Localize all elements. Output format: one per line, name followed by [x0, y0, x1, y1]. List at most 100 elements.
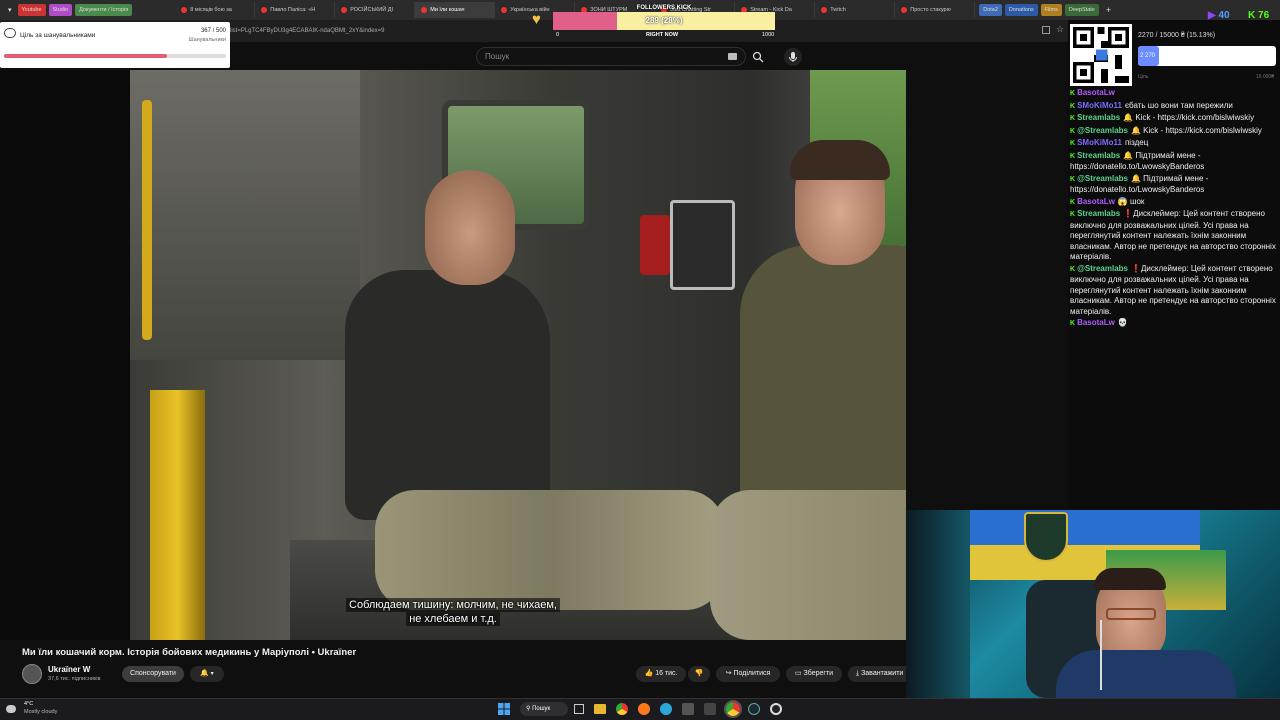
tab-label: РОСІЙСЬКИЙ ДІ — [350, 7, 393, 13]
subscribe-bell-button[interactable]: 🔔 ▾ — [190, 666, 224, 682]
goal-sublabel: Шанувальники — [188, 37, 226, 43]
cloud-icon — [4, 28, 16, 38]
kick-platform-icon: K — [1070, 198, 1076, 206]
task-view-icon[interactable] — [574, 704, 584, 714]
app-icon-1[interactable] — [682, 703, 694, 715]
taskbar-search-icon: ⚲ — [526, 706, 531, 712]
tab-9[interactable]: Просто стакурю — [895, 2, 976, 18]
keyboard-icon[interactable] — [728, 53, 737, 60]
weather-text: Mostly cloudy — [24, 709, 58, 715]
new-tab-button[interactable]: + — [1106, 5, 1111, 15]
donation-current: 2 270 — [1140, 53, 1156, 59]
bookmark-right-2[interactable]: Films — [1040, 4, 1062, 16]
search-icon[interactable] — [752, 51, 766, 63]
chrome-active-icon[interactable] — [724, 700, 742, 718]
tab-8[interactable]: Twitch — [815, 2, 896, 18]
star-icon[interactable]: ☆ — [1056, 24, 1064, 35]
chat-username[interactable]: @Streamlabs — [1077, 264, 1128, 273]
chat-text: 😱 шок — [1117, 196, 1145, 206]
tab-3[interactable]: Ми їли кошач — [415, 2, 496, 18]
tab-label: Ми їли кошач — [430, 7, 465, 13]
edge-icon[interactable] — [660, 703, 672, 715]
obs-icon[interactable] — [770, 703, 782, 715]
chat-username[interactable]: @Streamlabs — [1077, 126, 1128, 135]
channel-name[interactable]: Ukraїner W — [48, 665, 90, 674]
medic-left-head — [425, 170, 515, 285]
save-button[interactable]: ▭ Зберегти — [786, 666, 842, 682]
goal-count: 367 / 500 — [200, 28, 226, 34]
chat-message: K SMoKiMo11 єбать шо вони там пережили — [1070, 101, 1278, 113]
bookmark-2[interactable]: Документи / Історія — [75, 4, 133, 16]
share-button[interactable]: ↪ Поділитися — [716, 666, 780, 682]
chat-message: K @Streamlabs 🔔 Kick - https://kick.com/bi… — [1070, 126, 1278, 138]
bookmark-right-0[interactable]: Dota2 — [979, 4, 1002, 16]
chat-message: K Streamlabs ❗Дисклеймер: Цей контент ство… — [1070, 209, 1278, 263]
firefox-icon[interactable] — [638, 703, 650, 715]
followers-max: 1000 — [762, 32, 775, 38]
tab-favicon-icon — [341, 7, 348, 13]
steam-icon[interactable] — [748, 703, 760, 715]
download-button[interactable]: ⤓ Завантажити — [848, 666, 906, 682]
streamer-hair — [1094, 568, 1166, 590]
dislike-button[interactable]: 👎 — [688, 666, 710, 682]
chat-username[interactable]: Streamlabs — [1077, 113, 1120, 122]
medic-left-body — [345, 270, 550, 520]
kick-platform-icon: K — [1070, 115, 1076, 122]
like-count: 16 тис. — [655, 670, 678, 677]
bookmark-right-1[interactable]: Donations — [1004, 4, 1038, 16]
weather-icon — [6, 705, 16, 713]
video-player[interactable]: Соблюдаем тишину: молчим, не чихаем, не … — [0, 70, 906, 640]
windows-start-icon[interactable] — [498, 703, 510, 715]
taskbar-search[interactable]: ⚲ Пошук — [520, 702, 568, 716]
followers-title: FOLLOWERS KICK — [636, 5, 692, 11]
followers-value: 289 (28%) — [645, 16, 683, 25]
os-taskbar: 4°C Mostly cloudy ⚲ Пошук — [0, 698, 1280, 720]
emblem-shield — [1024, 512, 1068, 562]
counter-viewers: ▶ 40 — [1208, 10, 1230, 21]
medic-left-legs — [375, 490, 725, 610]
chat-username[interactable]: SMoKiMo11 — [1077, 138, 1122, 147]
like-button[interactable]: 👍 16 тис. — [636, 666, 686, 682]
channel-avatar[interactable] — [22, 664, 42, 684]
kick-icon: K — [1248, 10, 1256, 21]
viewer-count: 40 — [1218, 10, 1230, 21]
app-icon-2[interactable] — [704, 703, 716, 715]
mic-icon[interactable] — [784, 48, 802, 66]
tab-1[interactable]: Павло Паліса: «Н — [255, 2, 336, 18]
tab-2[interactable]: РОСІЙСЬКИЙ ДІ — [335, 2, 416, 18]
donation-qr-code[interactable] — [1070, 24, 1132, 86]
bookmark-0[interactable]: Youtube — [17, 4, 46, 16]
tab-label: Просто стакурю — [910, 7, 951, 13]
streamer-glasses — [1106, 608, 1156, 620]
file-explorer-icon[interactable] — [594, 704, 606, 714]
tab-0[interactable]: 8 місяців бою за — [175, 2, 256, 18]
medical-monitor — [670, 200, 735, 290]
weather-temp: 4°C — [24, 701, 34, 707]
tab-favicon-icon — [501, 7, 508, 13]
followers-min: 0 — [556, 32, 560, 38]
chat-username[interactable]: Streamlabs — [1077, 151, 1120, 160]
chat-username[interactable]: @Streamlabs — [1077, 174, 1128, 183]
chat-username[interactable]: BasotaLw — [1077, 88, 1115, 97]
tab-favicon-icon — [421, 7, 428, 13]
tab-favicon-icon — [181, 7, 188, 13]
save-label: Зберегти — [803, 670, 834, 677]
extensions-icon[interactable] — [1042, 26, 1050, 34]
chat-username[interactable]: BasotaLw — [1077, 318, 1115, 327]
bookmark-right-3[interactable]: DeepState — [1064, 4, 1099, 16]
chat-username[interactable]: BasotaLw — [1077, 197, 1115, 206]
bookmark-1[interactable]: Studio — [48, 4, 73, 16]
chrome-icon[interactable] — [616, 703, 628, 715]
chat-username[interactable]: Streamlabs — [1077, 209, 1120, 218]
yellow-rail — [142, 100, 152, 340]
goal-progress-fill — [4, 54, 167, 58]
bell-icon: 🔔 — [200, 670, 210, 677]
medic-right-hair — [790, 140, 890, 180]
download-icon: ⤓ — [856, 670, 860, 677]
sponsor-button[interactable]: Спонсорувати — [122, 666, 184, 682]
chat-username[interactable]: SMoKiMo11 — [1077, 101, 1122, 110]
browser-menu-icon[interactable]: ▾ — [8, 6, 12, 14]
search-input[interactable]: Пошук — [476, 47, 746, 66]
ambulance-cabinet — [130, 70, 360, 360]
chat-text: 🔔 Kick - https://kick.com/bislwiwskiy — [1131, 125, 1262, 135]
